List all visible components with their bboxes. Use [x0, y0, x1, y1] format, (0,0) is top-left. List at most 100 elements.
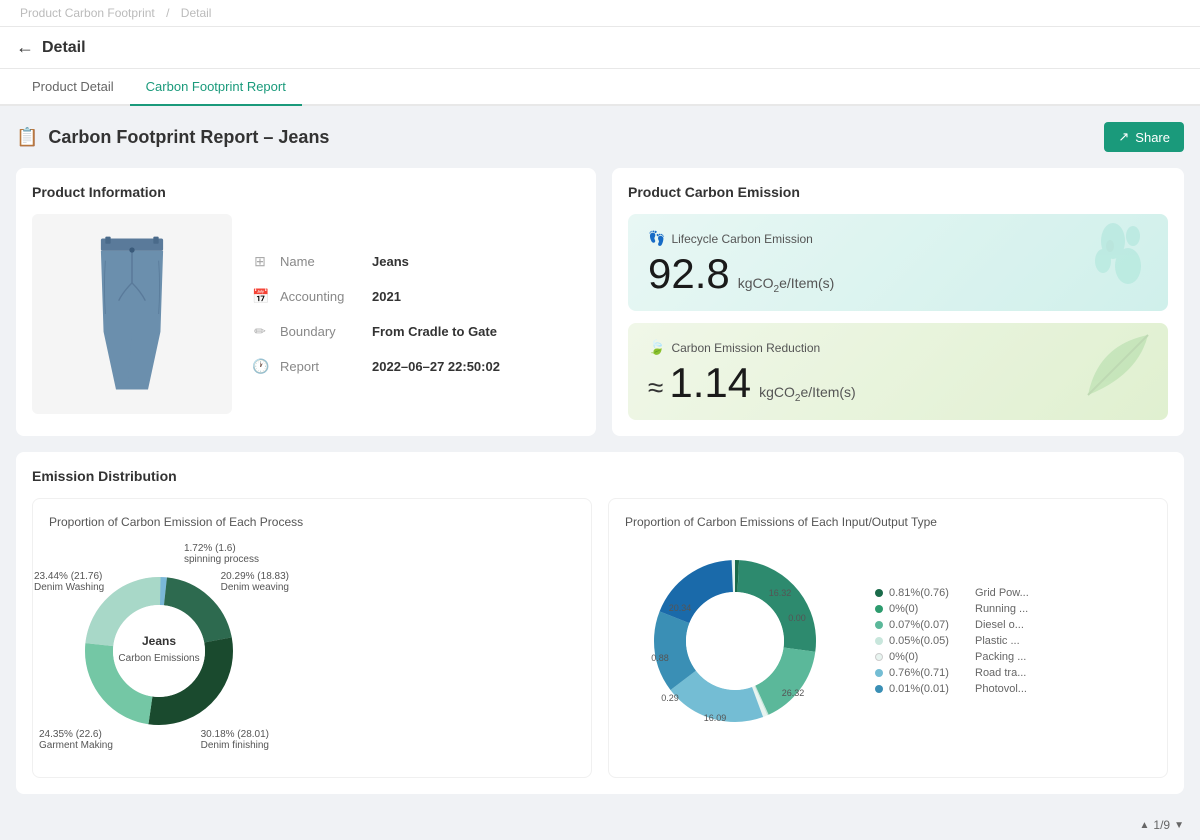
svg-text:0.29: 0.29 — [661, 693, 679, 703]
legend-pct-4: 0.05%(0.05) — [889, 635, 969, 647]
page-content: 📋 Carbon Footprint Report – Jeans ↗ Shar… — [0, 106, 1200, 810]
back-button[interactable]: ← — [16, 37, 34, 58]
accounting-value: 2021 — [372, 289, 401, 304]
leaf-bg-icon — [1078, 325, 1158, 419]
page-header: ← Detail — [0, 27, 1200, 69]
legend-dot-7 — [875, 685, 883, 693]
legend-item-4: 0.05%(0.05) Plastic ... — [875, 635, 1029, 647]
reduction-card: 🍃 Carbon Emission Reduction ≈ 1.14 kgCO2… — [628, 323, 1168, 420]
product-image — [32, 214, 232, 414]
accounting-icon: 📅 — [252, 288, 268, 305]
svg-text:16.09: 16.09 — [704, 713, 727, 723]
svg-text:Carbon Emissions: Carbon Emissions — [118, 653, 199, 664]
report-header: 📋 Carbon Footprint Report – Jeans ↗ Shar… — [16, 122, 1184, 152]
pagination-down[interactable]: ▼ — [1174, 820, 1184, 831]
legend-name-3: Diesel o... — [975, 619, 1024, 631]
svg-text:Jeans: Jeans — [142, 634, 176, 648]
chart2-title: Proportion of Carbon Emissions of Each I… — [625, 515, 1151, 529]
chart1-title: Proportion of Carbon Emission of Each Pr… — [49, 515, 575, 529]
legend-dot-3 — [875, 621, 883, 629]
field-accounting: 📅 Accounting 2021 — [252, 288, 500, 305]
legend-pct-3: 0.07%(0.07) — [889, 619, 969, 631]
label-spinning: 1.72% (1.6) spinning process — [184, 543, 259, 565]
legend-pct-7: 0.01%(0.01) — [889, 683, 969, 695]
legend-name-5: Packing ... — [975, 651, 1026, 663]
pie2-svg: 16.32 0.00 26.32 16.09 0.29 0.88 20.34 — [625, 541, 845, 741]
chart-io: Proportion of Carbon Emissions of Each I… — [608, 498, 1168, 778]
label-denim-finishing: 30.18% (28.01) Denim finishing — [201, 729, 269, 751]
legend-item-6: 0.76%(0.71) Road tra... — [875, 667, 1029, 679]
legend-dot-5 — [875, 653, 883, 661]
chart-process: Proportion of Carbon Emission of Each Pr… — [32, 498, 592, 778]
breadcrumb-root[interactable]: Product Carbon Footprint — [20, 6, 155, 20]
svg-text:20.34: 20.34 — [669, 603, 692, 613]
emission-sub-cards: 👣 Lifecycle Carbon Emission 92.8 kgCO2e/… — [628, 214, 1168, 420]
tab-carbon-footprint-report[interactable]: Carbon Footprint Report — [130, 69, 302, 106]
legend-name-6: Road tra... — [975, 667, 1026, 679]
charts-row: Proportion of Carbon Emission of Each Pr… — [32, 498, 1168, 778]
pie1-wrapper: 1.72% (1.6) spinning process 20.29% (18.… — [49, 541, 269, 761]
pie2-wrapper: 16.32 0.00 26.32 16.09 0.29 0.88 20.34 — [625, 541, 855, 741]
product-info-title: Product Information — [32, 184, 580, 200]
legend-name-7: Photovol... — [975, 683, 1027, 695]
footprint-bg-icon — [1078, 216, 1158, 310]
legend-pct-5: 0%(0) — [889, 651, 969, 663]
name-value: Jeans — [372, 254, 409, 269]
product-info-card: Product Information — [16, 168, 596, 436]
report-label: Report — [280, 359, 360, 374]
legend-name-4: Plastic ... — [975, 635, 1020, 647]
distribution-card: Emission Distribution Proportion of Carb… — [16, 452, 1184, 794]
lifecycle-label: 👣 Lifecycle Carbon Emission — [648, 230, 1148, 247]
legend-pct-6: 0.76%(0.71) — [889, 667, 969, 679]
report-title: 📋 Carbon Footprint Report – Jeans — [16, 127, 329, 148]
page-title: Detail — [42, 39, 86, 57]
svg-text:0.00: 0.00 — [788, 613, 806, 623]
emission-title: Product Carbon Emission — [628, 184, 1168, 200]
share-icon: ↗ — [1118, 129, 1129, 145]
leaf-icon: 🍃 — [648, 339, 665, 356]
legend-item-7: 0.01%(0.01) Photovol... — [875, 683, 1029, 695]
report-value: 2022–06–27 22:50:02 — [372, 359, 500, 374]
svg-text:0.88: 0.88 — [651, 653, 669, 663]
legend-dot-1 — [875, 589, 883, 597]
name-label: Name — [280, 254, 360, 269]
tabs-bar: Product Detail Carbon Footprint Report — [0, 69, 1200, 106]
legend-item-1: 0.81%(0.76) Grid Pow... — [875, 587, 1029, 599]
chart1-area: 1.72% (1.6) spinning process 20.29% (18.… — [49, 541, 575, 761]
svg-text:26.32: 26.32 — [782, 688, 805, 698]
tab-product-detail[interactable]: Product Detail — [16, 69, 130, 106]
reduction-value-row: ≈ 1.14 kgCO2e/Item(s) — [648, 362, 1148, 404]
report-title-text: Carbon Footprint Report – Jeans — [48, 127, 329, 148]
product-info-body: ⊞ Name Jeans 📅 Accounting 2021 ✏ Boundar… — [32, 214, 580, 414]
legend-item-2: 0%(0) Running ... — [875, 603, 1029, 615]
share-button[interactable]: ↗ Share — [1104, 122, 1184, 152]
top-row: Product Information — [16, 168, 1184, 436]
boundary-value: From Cradle to Gate — [372, 324, 497, 339]
label-garment: 24.35% (22.6) Garment Making — [39, 729, 113, 751]
distribution-title: Emission Distribution — [32, 468, 1168, 484]
boundary-label: Boundary — [280, 324, 360, 339]
legend-list: 0.81%(0.76) Grid Pow... 0%(0) Running ..… — [875, 587, 1029, 695]
legend-dot-6 — [875, 669, 883, 677]
legend-name-2: Running ... — [975, 603, 1028, 615]
lifecycle-value: 92.8 — [648, 253, 730, 295]
field-report: 🕐 Report 2022–06–27 22:50:02 — [252, 358, 500, 375]
chart2-area: 16.32 0.00 26.32 16.09 0.29 0.88 20.34 — [625, 541, 1151, 741]
lifecycle-card: 👣 Lifecycle Carbon Emission 92.8 kgCO2e/… — [628, 214, 1168, 311]
breadcrumb-current: Detail — [181, 6, 212, 20]
reduction-label: 🍃 Carbon Emission Reduction — [648, 339, 1148, 356]
emission-card: Product Carbon Emission 👣 Lifecycle Carb… — [612, 168, 1184, 436]
approx-symbol: ≈ — [648, 372, 663, 404]
pagination-up[interactable]: ▲ — [1140, 820, 1150, 831]
legend-item-3: 0.07%(0.07) Diesel o... — [875, 619, 1029, 631]
svg-text:16.32: 16.32 — [769, 588, 792, 598]
legend-name-1: Grid Pow... — [975, 587, 1029, 599]
report-time-icon: 🕐 — [252, 358, 268, 375]
accounting-label: Accounting — [280, 289, 360, 304]
breadcrumb-separator: / — [166, 6, 169, 20]
legend-pct-2: 0%(0) — [889, 603, 969, 615]
report-icon: 📋 — [16, 127, 38, 148]
legend-dot-4 — [875, 637, 883, 645]
field-boundary: ✏ Boundary From Cradle to Gate — [252, 323, 500, 340]
legend-item-5: 0%(0) Packing ... — [875, 651, 1029, 663]
